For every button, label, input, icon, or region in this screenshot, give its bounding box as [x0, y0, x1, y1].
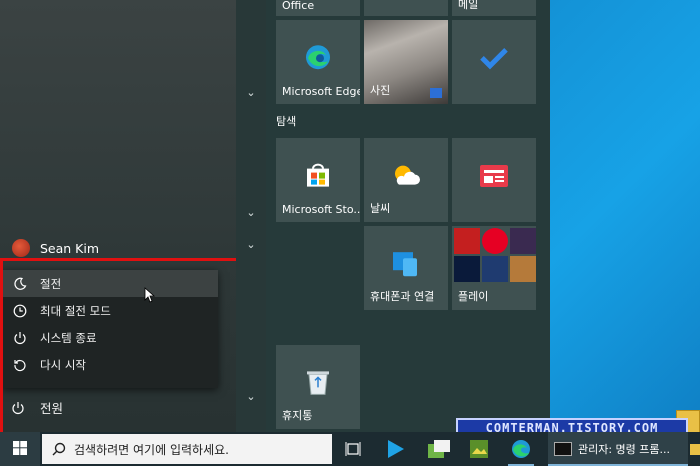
group-title-explore[interactable]: 탐색: [276, 113, 296, 129]
tile-phone-link-label: 휴대폰과 연결: [370, 290, 435, 303]
phone-link-icon: [391, 248, 421, 281]
chevron-down-icon[interactable]: ⌄: [244, 238, 258, 251]
command-prompt-icon: [554, 442, 572, 456]
user-account[interactable]: Sean Kim: [12, 237, 99, 259]
tile-weather-label: 날씨: [370, 202, 391, 215]
picsart-icon: [510, 228, 536, 254]
edge-taskbar-icon[interactable]: [508, 436, 534, 462]
search-icon: [52, 442, 66, 456]
search-placeholder: 검색하려면 여기에 입력하세요.: [74, 442, 229, 457]
tile-store[interactable]: Microsoft Sto...: [276, 138, 360, 222]
tile-play-label: 플레이: [458, 290, 489, 303]
tile-mail[interactable]: 메일: [452, 0, 536, 16]
windows-logo-icon: [13, 440, 27, 459]
user-avatar: [12, 239, 30, 257]
folder-taskbar-icon[interactable]: [690, 436, 700, 462]
tile-photos-top[interactable]: [364, 0, 448, 16]
active-window-label: 관리자: 명령 프롬...: [578, 443, 671, 456]
store-icon: [305, 163, 331, 192]
photos-icon: [430, 88, 442, 98]
tile-recycle-bin-label: 휴지통: [282, 409, 313, 422]
taskbar-active-command-prompt[interactable]: 관리자: 명령 프롬...: [548, 432, 688, 466]
media-player-icon[interactable]: [382, 436, 408, 462]
tile-office-label: Office: [282, 0, 315, 12]
image-app-icon[interactable]: [466, 436, 492, 462]
task-view-icon[interactable]: [340, 436, 366, 462]
tile-news[interactable]: [452, 138, 536, 222]
tile-photos-label: 사진: [370, 84, 391, 97]
dolby-icon: [482, 256, 508, 282]
start-menu: Sean Kim 절전 최대 절전 모드 시스템 종료 다시 시작 전원 ⌄ ⌄…: [0, 0, 550, 462]
tile-store-label: Microsoft Sto...: [282, 203, 360, 216]
pinterest-icon: [482, 228, 508, 254]
chevron-down-icon[interactable]: ⌄: [244, 390, 258, 403]
tile-edge[interactable]: Microsoft Edge: [276, 20, 360, 104]
start-button[interactable]: [0, 432, 40, 466]
taskbar-search-box[interactable]: 검색하려면 여기에 입력하세요.: [42, 434, 332, 464]
tile-office[interactable]: Office: [276, 0, 360, 16]
tile-mail-label: 메일: [458, 0, 479, 11]
user-name: Sean Kim: [40, 240, 100, 256]
checkmark-icon: [479, 46, 509, 73]
chevron-down-icon[interactable]: ⌄: [244, 206, 258, 219]
tile-recycle-bin[interactable]: 휴지통: [276, 345, 360, 429]
tile-play[interactable]: 플레이: [452, 226, 536, 310]
edge-icon: [303, 42, 333, 75]
taskbar: 검색하려면 여기에 입력하세요. 관리자: 명령 프롬...: [0, 432, 700, 466]
tile-edge-label: Microsoft Edge: [282, 85, 360, 98]
game-icon: [510, 256, 536, 282]
sticky-app-icon[interactable]: [426, 436, 452, 462]
chevron-down-icon[interactable]: ⌄: [244, 86, 258, 99]
roblox-icon: [454, 228, 480, 254]
tile-phone-link[interactable]: 휴대폰과 연결: [364, 226, 448, 310]
desktop-wallpaper: [550, 0, 700, 434]
recycle-bin-icon: [306, 368, 330, 399]
tile-todo[interactable]: [452, 20, 536, 104]
weather-icon: [391, 163, 421, 192]
photoshop-express-icon: [454, 256, 480, 282]
news-icon: [480, 165, 508, 190]
group-collapse-rail: ⌄ ⌄ ⌄ ⌄: [236, 0, 266, 432]
tile-photos[interactable]: 사진: [364, 20, 448, 104]
tile-weather[interactable]: 날씨: [364, 138, 448, 222]
